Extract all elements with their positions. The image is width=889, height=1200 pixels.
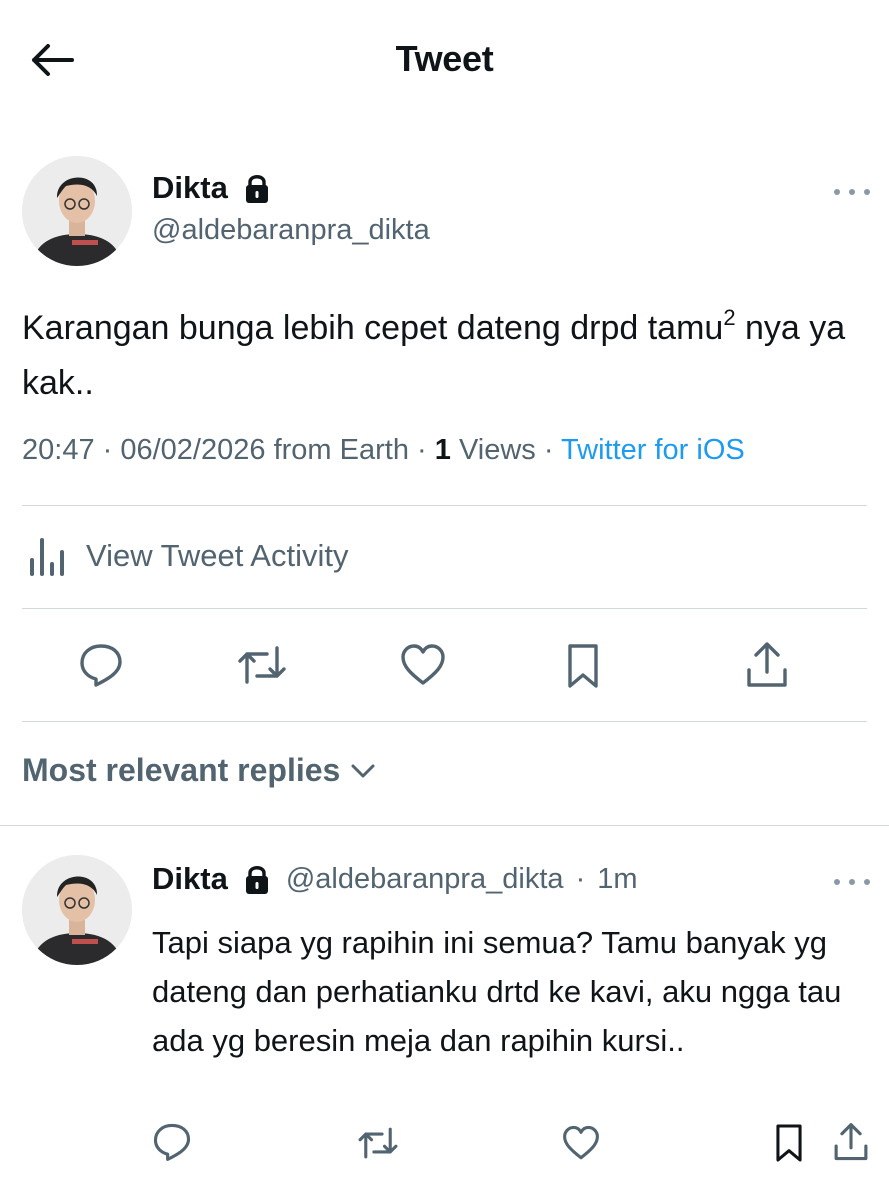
tweet-source-link[interactable]: Twitter for iOS — [561, 434, 745, 466]
divider — [22, 608, 867, 609]
reply-share-button[interactable] — [830, 1118, 872, 1166]
reply-author-name[interactable]: Dikta — [152, 861, 228, 897]
replies-sort-button[interactable]: Most relevant replies — [22, 752, 376, 789]
more-icon[interactable] — [834, 182, 870, 202]
tweet-location: from Earth — [273, 434, 409, 466]
reply-button[interactable] — [76, 640, 126, 690]
lock-icon — [245, 175, 268, 203]
reply-icon — [153, 1123, 191, 1161]
views-count: 1 — [434, 434, 451, 466]
bookmark-icon — [776, 1124, 802, 1162]
page-title: Tweet — [395, 38, 494, 79]
tweet-text-superscript: 2 — [723, 305, 736, 330]
tweet-time: 20:47 — [22, 434, 95, 466]
reply-retweet-button[interactable] — [354, 1122, 402, 1164]
retweet-icon — [358, 1127, 398, 1159]
tweet-text-main: Karangan bunga lebih cepet dateng drpd t… — [22, 309, 724, 347]
divider — [22, 505, 867, 506]
heart-icon — [401, 644, 445, 685]
reply-avatar[interactable] — [22, 855, 132, 965]
share-icon — [747, 642, 787, 687]
reply-time[interactable]: 1m — [597, 863, 637, 896]
reply-separator: · — [575, 862, 586, 895]
retweet-button[interactable] — [234, 640, 290, 690]
divider — [0, 825, 889, 826]
share-button[interactable] — [742, 638, 792, 692]
author-handle[interactable]: @aldebaranpra_dikta — [152, 214, 430, 247]
like-button[interactable] — [398, 640, 448, 690]
heart-icon — [563, 1125, 599, 1160]
author-name[interactable]: Dikta — [152, 170, 228, 206]
avatar-photo — [22, 156, 132, 266]
chevron-down-icon — [351, 764, 375, 777]
tweet-meta: 20:47 · 06/02/2026 from Earth · 1 Views … — [22, 434, 745, 466]
divider — [22, 721, 867, 722]
views-label: Views — [458, 434, 536, 466]
tweet-date: 06/02/2026 — [120, 434, 266, 466]
reply-icon — [80, 644, 122, 687]
reply-like-button[interactable] — [560, 1122, 602, 1164]
reply-author-handle[interactable]: @aldebaranpra_dikta — [286, 863, 564, 896]
tweet-text: Karangan bunga lebih cepet dateng drpd t… — [22, 290, 872, 411]
bookmark-button[interactable] — [560, 640, 606, 692]
reply-header: Dikta @aldebaranpra_dikta · 1m — [152, 861, 638, 897]
bookmark-icon — [568, 644, 598, 688]
lock-icon — [245, 866, 268, 894]
activity-label: View Tweet Activity — [86, 538, 349, 573]
avatar-photo — [22, 855, 132, 965]
share-icon — [834, 1123, 868, 1161]
reply-reply-button[interactable] — [150, 1120, 194, 1164]
reply-more-icon[interactable] — [834, 872, 870, 892]
view-activity-button[interactable]: View Tweet Activity — [26, 534, 348, 578]
reply-bookmark-button[interactable] — [770, 1120, 808, 1166]
bar-chart-icon — [30, 538, 64, 576]
retweet-icon — [238, 646, 286, 684]
replies-sort-label: Most relevant replies — [22, 752, 341, 788]
reply-text: Tapi siapa yg rapihin ini semua? Tamu ba… — [152, 925, 842, 1058]
avatar[interactable] — [22, 156, 132, 266]
